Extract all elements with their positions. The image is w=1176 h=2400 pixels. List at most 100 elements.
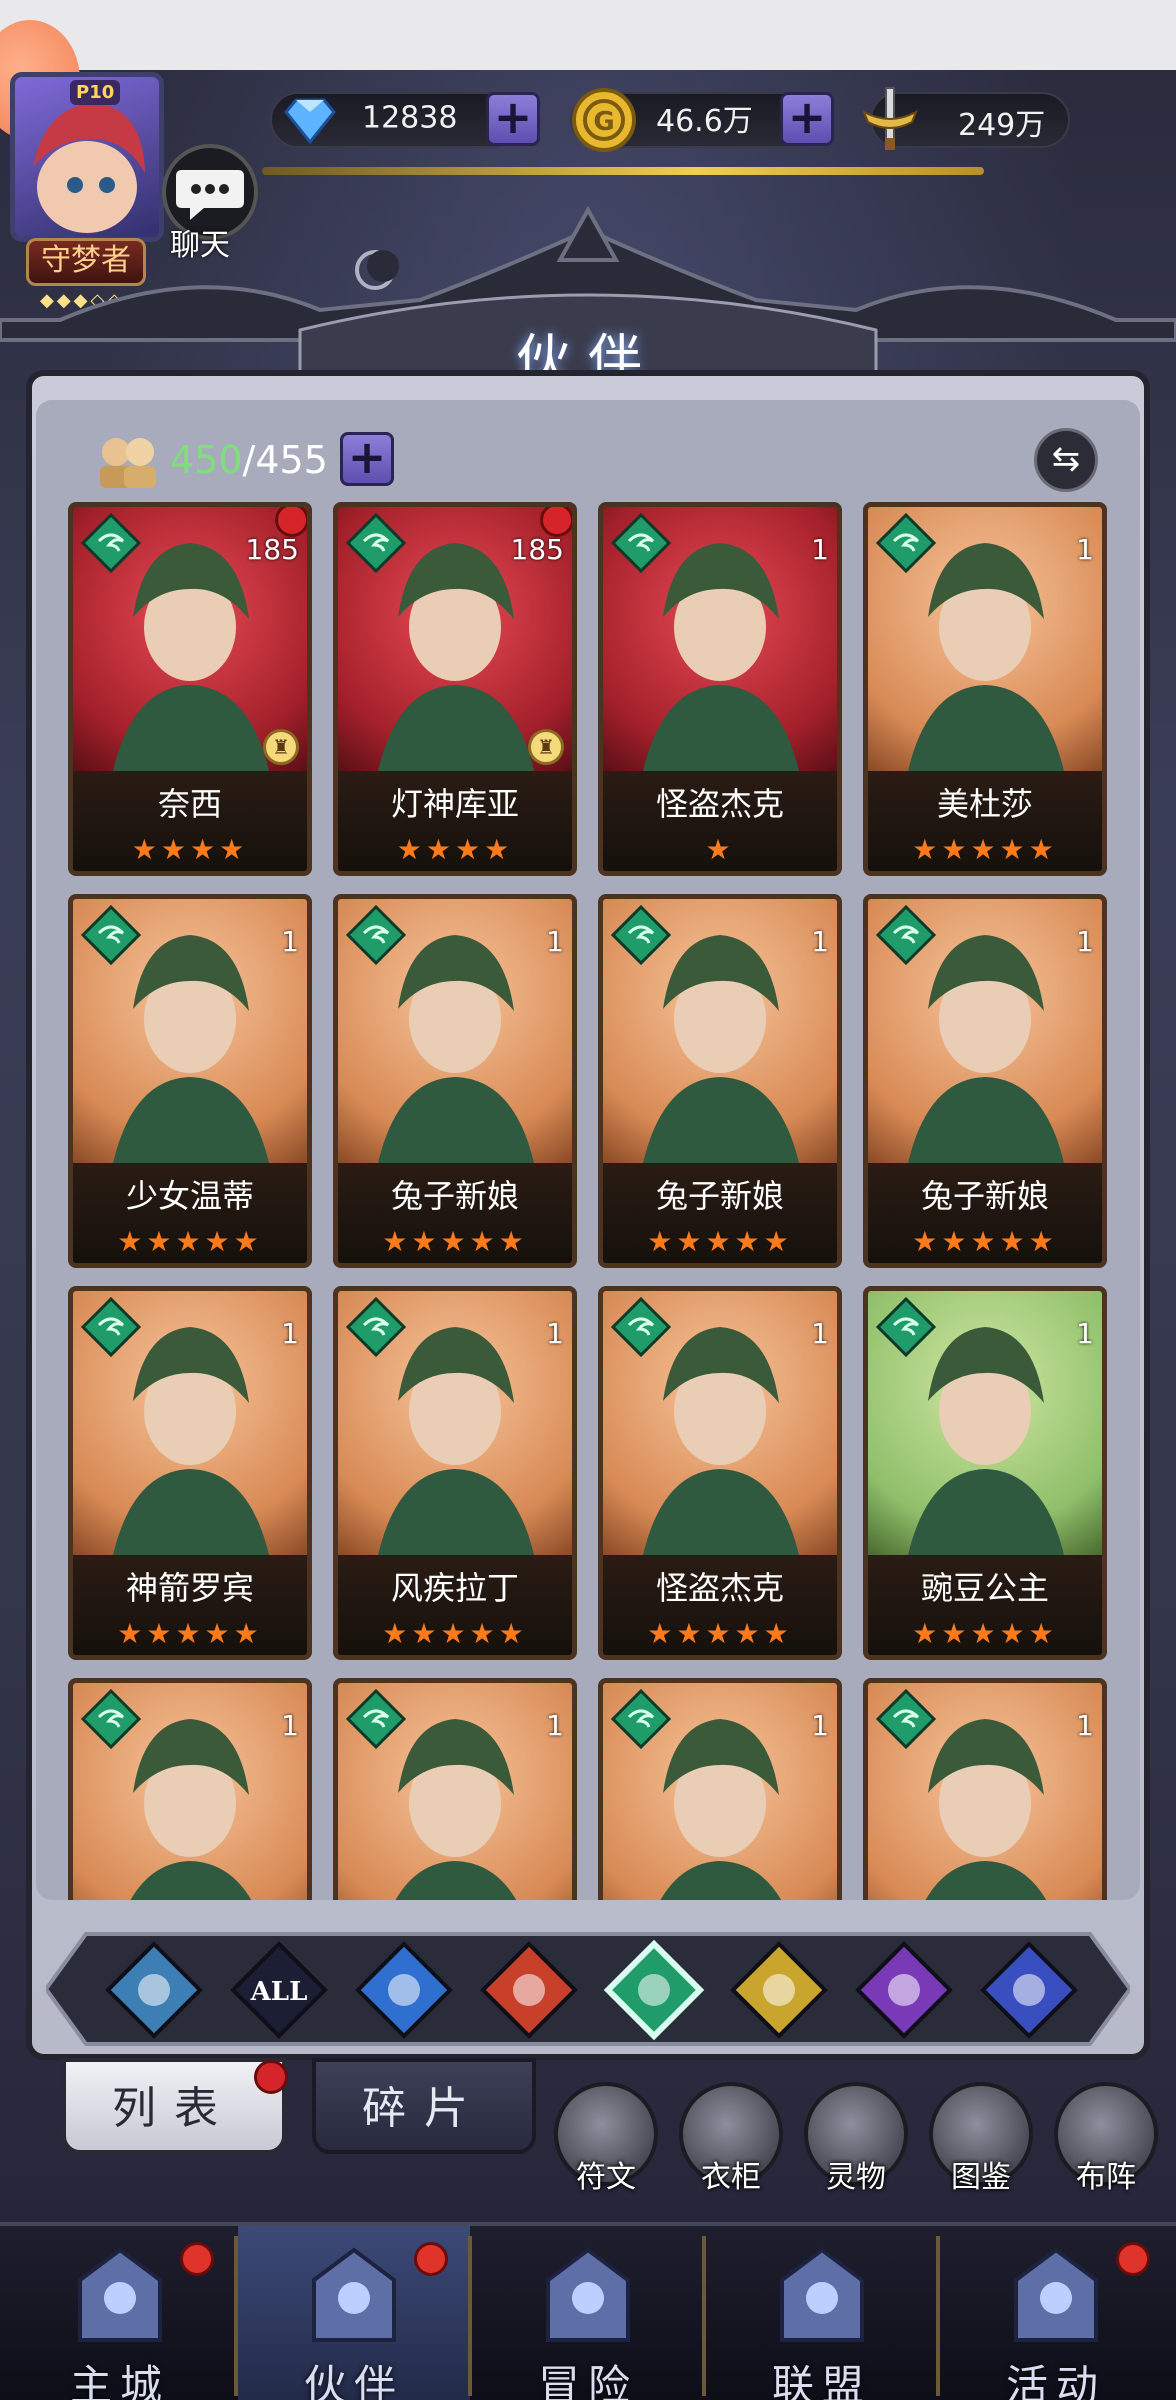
wind-element-icon [610, 1688, 672, 1750]
hero-stars: ★★★★★ [647, 1617, 793, 1650]
nav-label: 联盟 [771, 2361, 872, 2400]
guild-shield-icon [780, 2247, 864, 2342]
hero-level: 1 [546, 1709, 564, 1742]
hero-card[interactable]: 1 兔子新娘 ★★★★★ [333, 894, 577, 1268]
owned-count: 450 [170, 438, 243, 482]
hero-card[interactable]: 1 风疾拉丁 ★★★★★ [333, 1286, 577, 1660]
wind-element-icon [345, 512, 407, 574]
hero-level: 1 [1076, 925, 1094, 958]
filter-moon-icon[interactable] [852, 1938, 956, 2042]
hero-name: 神箭罗宾 [125, 1569, 254, 1607]
hero-name: 豌豆公主 [920, 1569, 1049, 1607]
hero-level: 1 [281, 1317, 299, 1350]
hero-level: 1 [546, 1317, 564, 1350]
nav-item[interactable]: 伙伴 [238, 2226, 470, 2400]
nav-label: 伙伴 [303, 2361, 404, 2400]
hero-card[interactable]: 1 怪盗杰克 ★ [598, 502, 842, 876]
filter-shield-icon[interactable] [102, 1938, 206, 2042]
sort-toggle-button[interactable]: ⇆ [1034, 428, 1098, 492]
tab-list[interactable]: 列表 [62, 2058, 286, 2154]
status-strip [0, 0, 1176, 70]
add-gold-button[interactable]: + [780, 92, 834, 146]
nav-divider [702, 2236, 706, 2396]
hero-level: 1 [811, 925, 829, 958]
hero-card[interactable]: 1 [333, 1678, 577, 1900]
hero-level: 1 [811, 1709, 829, 1742]
expand-roster-button[interactable]: + [340, 432, 394, 486]
hero-name: 怪盗杰克 [655, 1569, 784, 1607]
hero-card[interactable]: 185 ♜ 灯神库亚 ★★★★ [333, 502, 577, 876]
filter-fire-icon[interactable] [477, 1938, 581, 2042]
filter-water-icon[interactable] [352, 1938, 456, 2042]
capacity-count: /455 [242, 438, 328, 482]
filter-light-icon[interactable] [727, 1938, 831, 2042]
hero-name: 兔子新娘 [920, 1177, 1049, 1215]
hero-card[interactable]: 1 [863, 1678, 1107, 1900]
tab-fragments[interactable]: 碎片 [312, 2058, 536, 2154]
wind-element-icon [80, 1688, 142, 1750]
function-label: 符文 [576, 2160, 636, 2195]
power-value: 249万 [958, 108, 1046, 143]
roster-count-text: 450/455 [170, 438, 328, 482]
filter-wind-icon[interactable] [602, 1938, 706, 2042]
filter-all-icon[interactable]: ALL [227, 1938, 331, 2042]
wind-element-icon [875, 1688, 937, 1750]
power-progress-bar [262, 167, 984, 175]
wind-element-icon [875, 1296, 937, 1358]
vip-badge: P10 [70, 80, 121, 105]
tab-fragments-label: 碎片 [362, 2083, 486, 2134]
wind-element-icon [610, 904, 672, 966]
hero-card[interactable]: 1 美杜莎 ★★★★★ [863, 502, 1107, 876]
hero-card[interactable]: 1 兔子新娘 ★★★★★ [863, 894, 1107, 1268]
filter-planet-icon[interactable] [977, 1938, 1081, 2042]
wind-element-icon [610, 512, 672, 574]
hero-level: 1 [811, 533, 829, 566]
wind-element-icon [610, 1296, 672, 1358]
wind-element-icon [345, 1296, 407, 1358]
nav-item[interactable]: 联盟 [706, 2226, 938, 2400]
hero-name: 风疾拉丁 [390, 1569, 519, 1607]
hero-name: 灯神库亚 [390, 785, 519, 823]
diamond-icon [284, 98, 336, 145]
hero-stars: ★★★★★ [912, 1225, 1058, 1258]
function-label: 灵物 [826, 2160, 886, 2195]
function-label: 图鉴 [951, 2160, 1011, 2195]
hero-card[interactable]: 1 少女温蒂 ★★★★★ [68, 894, 312, 1268]
wind-element-icon [875, 904, 937, 966]
roster-count: 450/455 + [90, 430, 400, 490]
hero-stars: ★★★★★ [117, 1225, 263, 1258]
nav-divider [468, 2236, 472, 2396]
hero-level: 1 [811, 1317, 829, 1350]
gold-coin-icon: G [572, 88, 636, 152]
nav-item[interactable]: 冒险 [472, 2226, 704, 2400]
bottom-nav: 主城 伙伴 冒险 联盟 活动 [0, 2222, 1176, 2400]
diamond-count: 12838 [362, 100, 458, 136]
hero-notification-dot [275, 507, 307, 537]
hero-card[interactable]: 1 [598, 1678, 842, 1900]
hero-stars: ★★★★★ [647, 1225, 793, 1258]
hero-card[interactable]: 1 神箭罗宾 ★★★★★ [68, 1286, 312, 1660]
hero-card[interactable]: 1 兔子新娘 ★★★★★ [598, 894, 842, 1268]
function-label: 衣柜 [701, 2160, 761, 2195]
wind-element-icon [345, 904, 407, 966]
hero-level: 1 [1076, 1709, 1094, 1742]
tab-list-label: 列表 [112, 2083, 236, 2134]
hero-stars: ★★★★ [131, 833, 249, 866]
nav-label: 活动 [1005, 2361, 1106, 2400]
nav-item[interactable]: 活动 [940, 2226, 1172, 2400]
castle-icon [78, 2247, 162, 2342]
hero-card[interactable]: 1 豌豆公主 ★★★★★ [863, 1286, 1107, 1660]
hero-stars: ★★★★ [396, 833, 514, 866]
hero-level: 185 [245, 533, 299, 566]
add-diamonds-button[interactable]: + [486, 92, 540, 146]
hero-card[interactable]: 1 怪盗杰克 ★★★★★ [598, 1286, 842, 1660]
nav-label: 主城 [69, 2361, 170, 2400]
hero-level: 1 [281, 925, 299, 958]
wind-element-icon [80, 904, 142, 966]
hero-stars: ★★★★★ [382, 1617, 528, 1650]
nav-divider [234, 2236, 238, 2396]
nav-item[interactable]: 主城 [4, 2226, 236, 2400]
hero-card[interactable]: 185 ♜ 奈西 ★★★★ [68, 502, 312, 876]
function-label: 布阵 [1076, 2160, 1136, 2195]
hero-card[interactable]: 1 [68, 1678, 312, 1900]
